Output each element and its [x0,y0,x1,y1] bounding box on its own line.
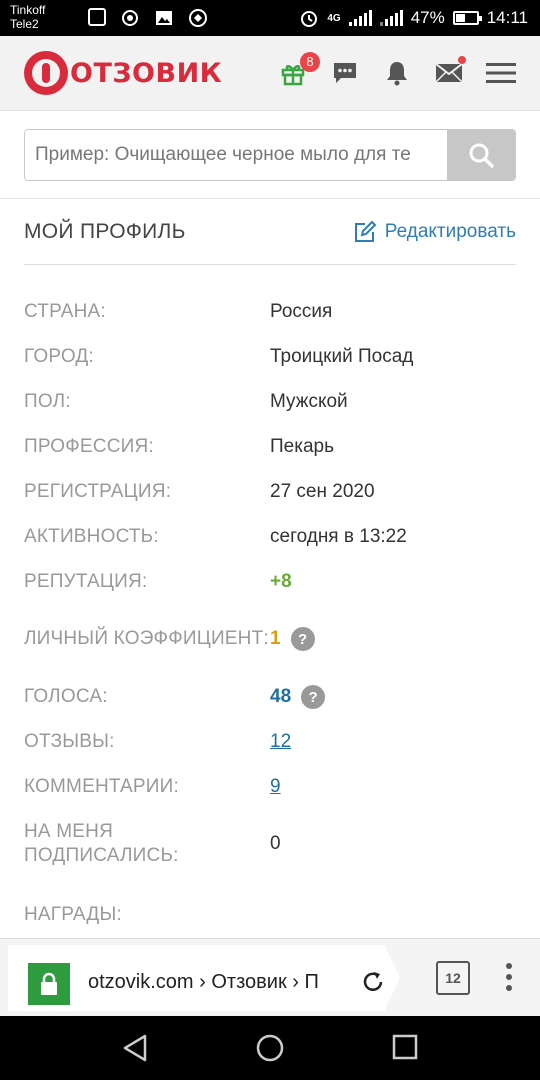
app-header: ОТЗОВИК 8 [0,36,540,111]
profile-header: МОЙ ПРОФИЛЬ Редактировать [24,200,516,265]
status-right: 4G 47% 14:11 [299,0,528,36]
tab-switcher-button[interactable]: 12 [436,961,470,995]
reload-icon[interactable] [360,969,386,995]
network-type: 4G [327,12,341,24]
field-label: СТРАНА: [24,301,106,322]
more-options-icon[interactable] [504,963,514,991]
mail-unread-dot [458,56,466,64]
row-country: СТРАНА: Россия [24,289,516,335]
system-nav-bar [0,1016,540,1080]
search-bar [0,111,540,199]
battery-percent: 47% [410,8,445,27]
app-notification-icon [189,9,207,27]
profile-section: МОЙ ПРОФИЛЬ Редактировать СТРАНА: Россия… [24,200,516,925]
chat-icon [334,63,356,83]
field-value: Пекарь [270,436,334,457]
status-bar: Tinkoff Tele2 4G 47% 14:11 [0,0,540,36]
alarm-icon [301,11,318,27]
row-comments: КОММЕНТАРИИ: 9 [24,764,516,810]
home-icon[interactable] [256,1034,284,1062]
row-personal-coefficient: ЛИЧНЫЙ КОЭФФИЦИЕНТ: 1 ? [24,604,516,674]
field-label: ГОРОД: [24,346,94,367]
mail-icon [435,63,463,83]
address-bar[interactable]: otzovik.com › Отзовик › П [8,945,400,1011]
menu-icon [486,63,516,83]
carrier-line2: Tele2 [10,17,39,31]
back-icon[interactable] [122,1034,148,1062]
signal-2-icon [379,10,403,26]
field-value: 27 сен 2020 [270,481,375,502]
reputation-value: +8 [270,571,292,592]
messages-button[interactable] [330,58,360,88]
notification-icons [88,8,208,28]
browser-toolbar: otzovik.com › Отзовик › П 12 [0,938,540,1016]
edit-profile-link[interactable]: Редактировать [353,220,516,244]
logo-text: ОТЗОВИК [70,57,223,89]
recents-icon[interactable] [392,1034,418,1060]
votes-value: 48 [270,686,292,707]
notifications-button[interactable] [382,58,412,88]
comments-link[interactable]: 9 [270,776,281,798]
row-votes: ГОЛОСА: 48 ? [24,674,516,720]
field-label: ПОЛ: [24,391,71,412]
field-value-wrap: 48 ? [270,685,326,709]
field-value: Троицкий Посад [270,346,414,367]
site-logo[interactable]: ОТЗОВИК [24,51,222,95]
search-button[interactable] [447,130,515,180]
search-box [24,129,516,181]
lock-icon [41,972,57,995]
search-input[interactable] [25,130,447,180]
reviews-link[interactable]: 12 [270,731,291,753]
bell-icon [387,62,407,86]
page-title: МОЙ ПРОФИЛЬ [24,220,186,243]
field-label: НА МЕНЯ ПОДПИСАЛИСЬ: [24,821,179,866]
gallery-icon [156,11,172,25]
field-label: АКТИВНОСТЬ: [24,526,159,547]
header-actions: 8 [278,52,516,88]
gift-button[interactable]: 8 [278,52,320,88]
field-label: ОТЗЫВЫ: [24,731,115,752]
mail-button[interactable] [434,56,466,88]
field-value: Мужской [270,391,348,412]
clock: 14:11 [486,8,528,27]
row-followers: НА МЕНЯ ПОДПИСАЛИСЬ: 0 [24,809,516,879]
coefficient-value: 1 [270,628,281,649]
help-icon[interactable]: ? [301,685,326,709]
sim-card-icon [88,8,106,26]
row-reputation: РЕПУТАЦИЯ: +8 [24,559,516,605]
signal-icon [348,10,372,26]
field-label: ЛИЧНЫЙ КОЭФФИЦИЕНТ: [24,628,269,649]
row-awards: НАГРАДЫ: [24,892,516,938]
field-label: КОММЕНТАРИИ: [24,776,179,797]
field-label: РЕПУТАЦИЯ: [24,571,148,592]
edit-icon [354,220,377,242]
battery-icon [452,11,482,25]
logo-mark-icon [24,51,68,95]
help-icon[interactable]: ? [290,627,315,651]
row-city: ГОРОД: Троицкий Посад [24,334,516,380]
search-icon [469,143,494,168]
row-reviews: ОТЗЫВЫ: 12 [24,719,516,765]
field-label: ПРОФЕССИЯ: [24,436,154,457]
camera-notification-icon [122,10,138,26]
menu-button[interactable] [486,58,516,88]
url-text[interactable]: otzovik.com › Отзовик › П [88,971,350,994]
row-registration: РЕГИСТРАЦИЯ: 27 сен 2020 [24,469,516,515]
carrier-label: Tinkoff Tele2 [10,3,45,31]
field-label: НАГРАДЫ: [24,904,122,925]
edit-label: Редактировать [384,221,516,242]
gift-badge: 8 [300,52,320,72]
field-label: ГОЛОСА: [24,686,108,707]
secure-lock[interactable] [28,963,70,1005]
field-value: 0 [270,833,281,854]
field-value: сегодня в 13:22 [270,526,407,547]
row-profession: ПРОФЕССИЯ: Пекарь [24,424,516,470]
row-gender: ПОЛ: Мужской [24,379,516,425]
carrier-line1: Tinkoff [10,3,46,17]
row-activity: АКТИВНОСТЬ: сегодня в 13:22 [24,514,516,560]
field-label: РЕГИСТРАЦИЯ: [24,481,172,502]
field-value: Россия [270,301,333,322]
field-value-wrap: 1 ? [270,627,315,651]
